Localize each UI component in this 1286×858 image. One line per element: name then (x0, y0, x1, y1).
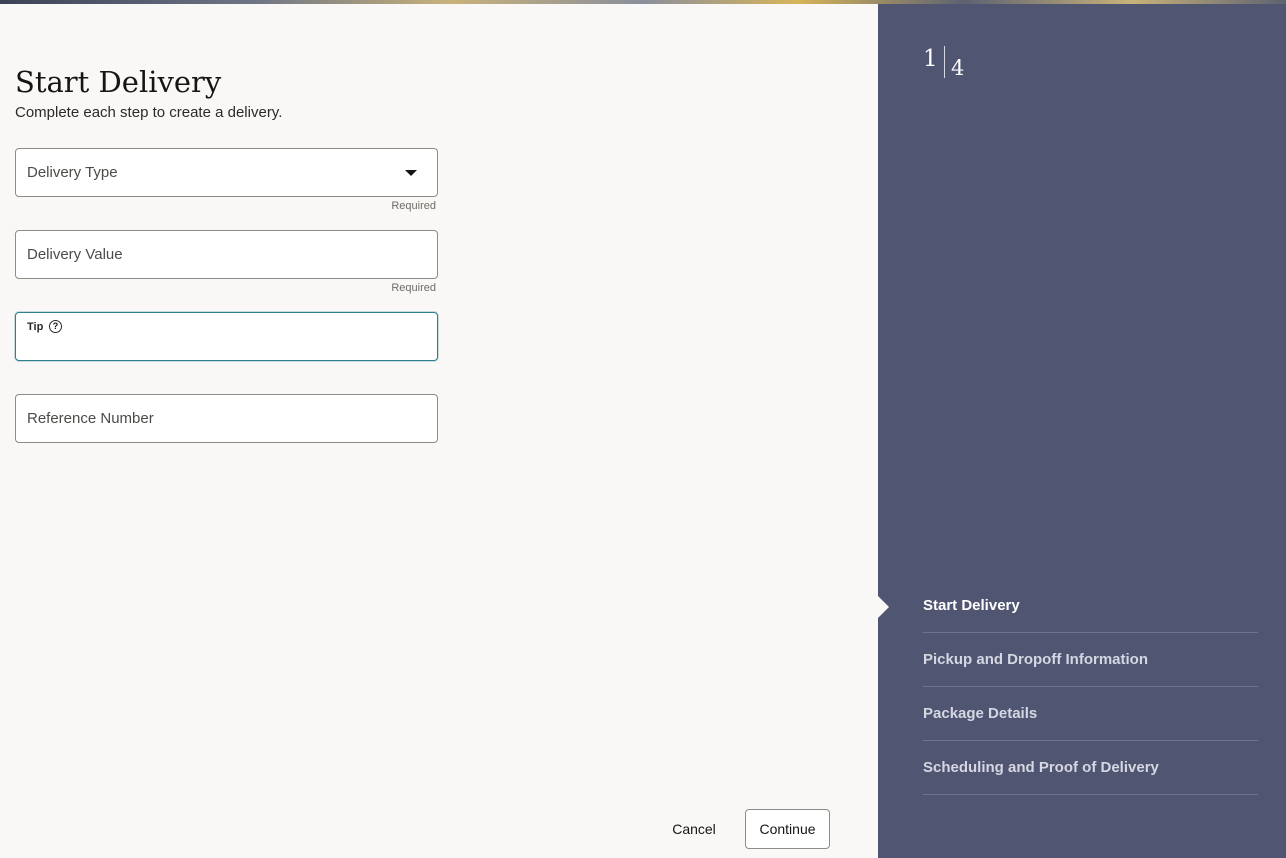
delivery-type-select[interactable]: Delivery Type (15, 148, 438, 197)
reference-number-label: Reference Number (27, 410, 154, 427)
step-pickup-dropoff[interactable]: Pickup and Dropoff Information (923, 633, 1258, 687)
chevron-down-icon[interactable] (405, 170, 417, 176)
tip-input[interactable]: Tip ? (15, 312, 438, 361)
train-sidebar: 1 4 Start Delivery Pickup and Dropoff In… (878, 4, 1286, 858)
step-package-details[interactable]: Package Details (923, 687, 1258, 741)
current-step-number: 1 (923, 46, 938, 72)
main-panel: Start Delivery Complete each step to cre… (0, 4, 878, 858)
delivery-value-input[interactable]: Delivery Value (15, 230, 438, 279)
step-list: Start Delivery Pickup and Dropoff Inform… (923, 579, 1258, 795)
help-icon[interactable]: ? (49, 320, 62, 333)
delivery-type-required-text: Required (391, 200, 436, 212)
step-counter-divider (944, 46, 945, 78)
total-steps-number: 4 (951, 56, 965, 80)
reference-number-input[interactable]: Reference Number (15, 394, 438, 443)
active-step-pointer-icon (878, 596, 889, 618)
step-start-delivery[interactable]: Start Delivery (923, 579, 1258, 633)
page-title: Start Delivery (15, 65, 222, 99)
tip-label: Tip (27, 321, 44, 333)
cancel-button[interactable]: Cancel (662, 810, 726, 848)
page-subtitle: Complete each step to create a delivery. (15, 104, 283, 121)
continue-button[interactable]: Continue (745, 809, 830, 849)
delivery-type-label: Delivery Type (27, 164, 118, 181)
delivery-value-label: Delivery Value (27, 246, 123, 263)
delivery-value-required-text: Required (391, 282, 436, 294)
step-scheduling-proof[interactable]: Scheduling and Proof of Delivery (923, 741, 1258, 795)
